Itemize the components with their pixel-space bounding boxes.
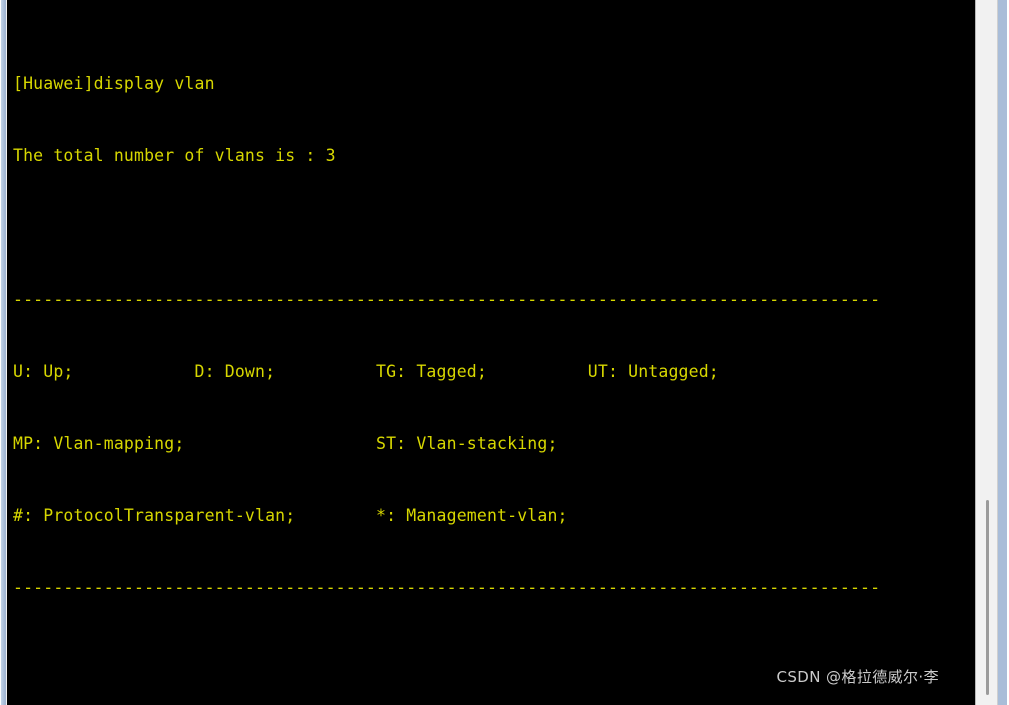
scrollbar-thumb[interactable] <box>986 500 989 695</box>
vlan-count-line: The total number of vlans is : 3 <box>13 146 336 165</box>
vertical-scrollbar[interactable] <box>975 0 998 705</box>
window-left-border <box>0 0 7 705</box>
window-right-border <box>998 0 1009 705</box>
terminal-screen: [Huawei]display vlan The total number of… <box>7 0 975 705</box>
separator-2: ----------------------------------------… <box>13 578 881 597</box>
command-line: [Huawei]display vlan <box>13 74 215 93</box>
separator-1: ----------------------------------------… <box>13 290 881 309</box>
legend-line-3: #: ProtocolTransparent-vlan; *: Manageme… <box>13 506 568 525</box>
terminal-console[interactable]: [Huawei]display vlan The total number of… <box>7 0 975 705</box>
legend-line-1: U: Up; D: Down; TG: Tagged; UT: Untagged… <box>13 362 719 381</box>
terminal-window: [Huawei]display vlan The total number of… <box>0 0 1009 705</box>
legend-line-2: MP: Vlan-mapping; ST: Vlan-stacking; <box>13 434 558 453</box>
